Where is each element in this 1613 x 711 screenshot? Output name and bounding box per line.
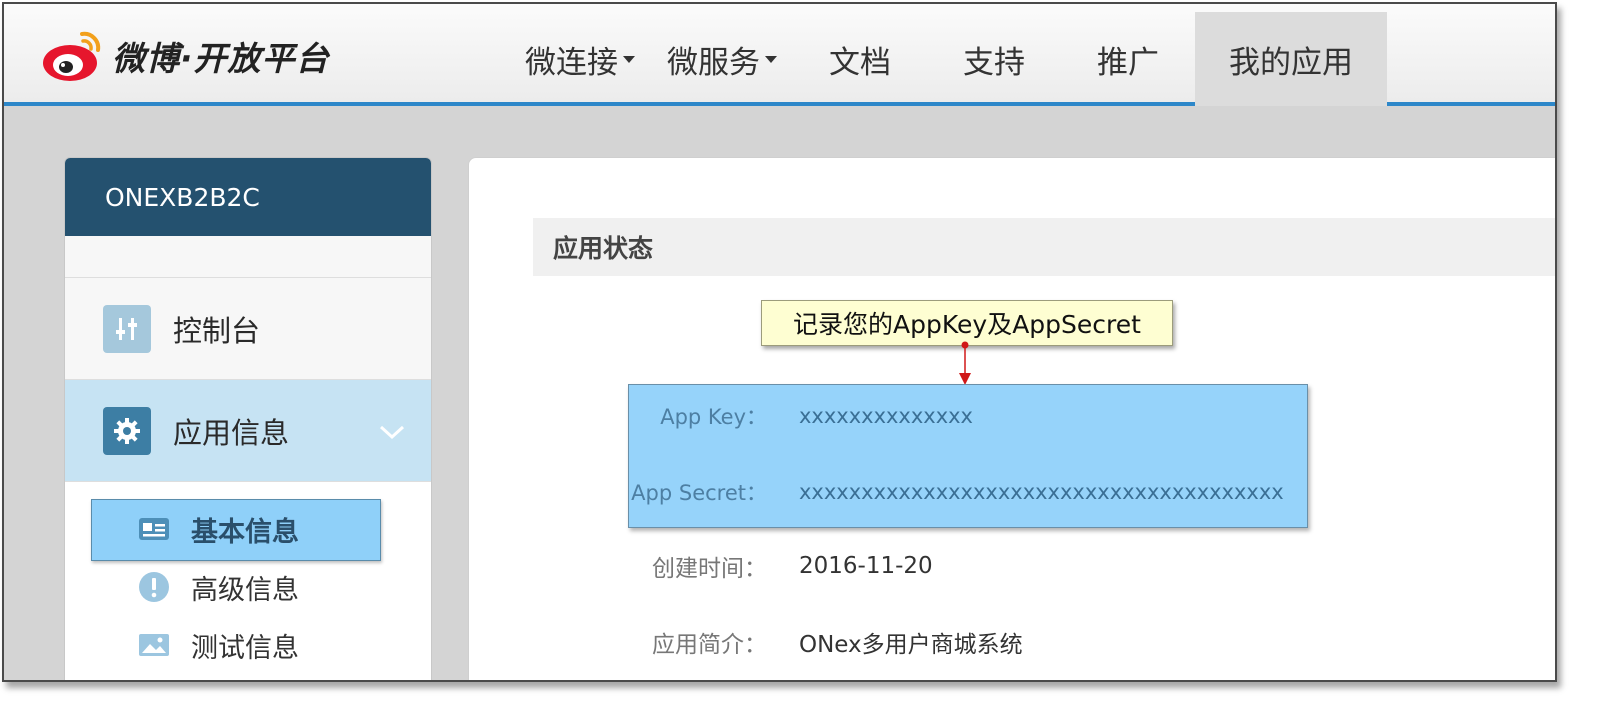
main-nav: 微连接 微服务 文档 支持 推广 我的应用 bbox=[509, 12, 1387, 106]
nav-label: 微连接 bbox=[525, 44, 618, 81]
image-card-icon bbox=[137, 628, 171, 662]
app-key-row: App Key： xxxxxxxxxxxxxx bbox=[469, 398, 973, 434]
sidebar-item-label: 控制台 bbox=[173, 313, 261, 348]
nav-support[interactable]: 支持 bbox=[927, 12, 1061, 106]
app-secret-row: App Secret： xxxxxxxxxxxxxxxxxxxxxxxxxxxx… bbox=[469, 474, 1284, 510]
weibo-logo[interactable]: 微博·开放平台 bbox=[42, 28, 330, 84]
submenu-label: 基本信息 bbox=[191, 516, 299, 548]
section-title: 应用状态 bbox=[533, 218, 1555, 276]
app-secret-value[interactable]: xxxxxxxxxxxxxxxxxxxxxxxxxxxxxxxxxxxxxxx bbox=[799, 480, 1284, 504]
submenu-advanced-info[interactable]: 高级信息 bbox=[65, 558, 431, 616]
brand-text: 微博·开放平台 bbox=[112, 39, 330, 78]
callout-text: 记录您的AppKey及AppSecret bbox=[793, 310, 1141, 339]
app-description-value: ONex多用户商城系统 bbox=[799, 632, 1023, 658]
field-label: App Key： bbox=[660, 405, 767, 429]
app-name-header: ONEXB2B2C bbox=[65, 158, 431, 236]
submenu-basic-info[interactable]: 基本信息 bbox=[65, 499, 431, 561]
nav-label: 微服务 bbox=[667, 44, 760, 81]
sidebar-spacer bbox=[65, 236, 431, 278]
field-label: 创建时间： bbox=[652, 556, 767, 582]
submenu-test-info[interactable]: 测试信息 bbox=[65, 616, 431, 674]
app-status-panel: 应用状态 记录您的AppKey及AppSecret App Key： xxxxx… bbox=[468, 157, 1555, 680]
field-label: 应用简介： bbox=[652, 632, 767, 658]
top-navbar: 微博·开放平台 微连接 微服务 文档 支持 推广 我的应用 bbox=[4, 4, 1555, 106]
nav-weifuwu[interactable]: 微服务 bbox=[651, 12, 793, 106]
created-time-value: 2016-11-20 bbox=[799, 553, 933, 579]
created-time-row: 创建时间： 2016-11-20 bbox=[469, 548, 933, 584]
field-label: App Secret： bbox=[631, 481, 767, 505]
weibo-eye-icon bbox=[43, 31, 101, 81]
sliders-icon bbox=[103, 304, 151, 353]
nav-label: 我的应用 bbox=[1229, 44, 1353, 81]
id-card-icon bbox=[137, 512, 171, 546]
nav-my-apps[interactable]: 我的应用 bbox=[1195, 12, 1387, 106]
caret-down-icon bbox=[765, 55, 777, 63]
chevron-down-icon bbox=[379, 425, 405, 440]
app-description-row: 应用简介： ONex多用户商城系统 bbox=[469, 624, 1023, 660]
section-title-text: 应用状态 bbox=[553, 234, 654, 263]
nav-label: 支持 bbox=[963, 44, 1025, 81]
submenu-label: 测试信息 bbox=[191, 632, 299, 664]
gear-icon bbox=[103, 406, 151, 455]
arrow-down-icon bbox=[959, 341, 971, 385]
nav-promotion[interactable]: 推广 bbox=[1061, 12, 1195, 106]
sidebar-item-app-info[interactable]: 应用信息 bbox=[65, 380, 431, 482]
annotation-callout: 记录您的AppKey及AppSecret bbox=[761, 300, 1173, 346]
app-key-value[interactable]: xxxxxxxxxxxxxx bbox=[799, 404, 973, 428]
app-sidebar: ONEXB2B2C 控制台 应用信息 基本信息 高级信息 测试信息 bbox=[64, 157, 432, 680]
nav-docs[interactable]: 文档 bbox=[793, 12, 927, 106]
nav-label: 推广 bbox=[1097, 44, 1159, 81]
caret-down-icon bbox=[623, 55, 635, 63]
exclamation-icon bbox=[137, 570, 171, 604]
app-name: ONEXB2B2C bbox=[105, 182, 260, 212]
nav-weilianjie[interactable]: 微连接 bbox=[509, 12, 651, 106]
sidebar-item-console[interactable]: 控制台 bbox=[65, 278, 431, 380]
submenu-label: 高级信息 bbox=[191, 574, 299, 606]
screenshot-frame: 微博·开放平台 微连接 微服务 文档 支持 推广 我的应用 ONEXB2B2C … bbox=[2, 2, 1557, 682]
sidebar-item-label: 应用信息 bbox=[173, 415, 290, 450]
app-info-submenu: 基本信息 高级信息 测试信息 bbox=[65, 482, 431, 680]
nav-label: 文档 bbox=[829, 44, 891, 81]
